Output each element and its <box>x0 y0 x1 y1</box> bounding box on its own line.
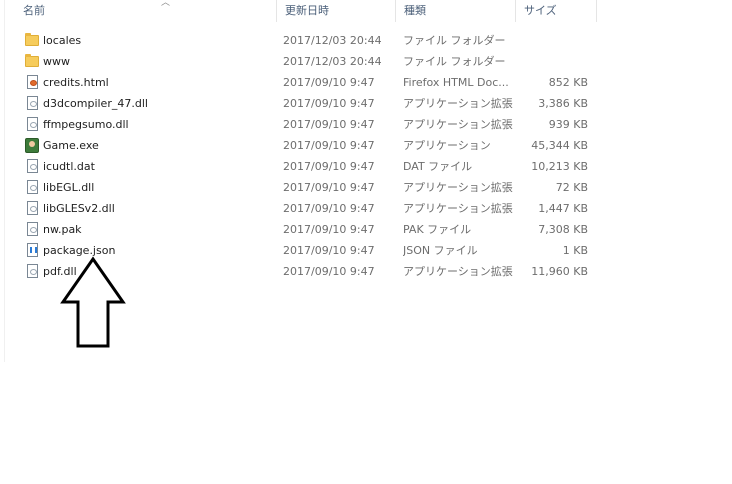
column-header-date[interactable]: 更新日時 <box>277 0 396 22</box>
file-row[interactable]: libGLESv2.dll 2017/09/10 9:47 アプリケーション拡張 1,… <box>0 198 600 219</box>
file-type: ファイル フォルダー <box>403 55 506 68</box>
file-name: libGLESv2.dll <box>43 202 115 215</box>
column-header-date-label: 更新日時 <box>285 4 329 17</box>
file-size: 7,308 KB <box>538 223 588 236</box>
file-name: ffmpegsumo.dll <box>43 118 129 131</box>
file-type: アプリケーション拡張 <box>403 118 513 131</box>
column-header-bar: 名前 ︿ 更新日時 種類 サイズ <box>0 0 600 22</box>
column-header-type-label: 種類 <box>404 4 426 17</box>
file-type: アプリケーション拡張 <box>403 181 513 194</box>
file-date: 2017/09/10 9:47 <box>283 118 375 131</box>
sort-up-icon: ︿ <box>161 0 171 8</box>
file-size: 852 KB <box>548 76 588 89</box>
file-icon <box>27 222 38 236</box>
file-name: www <box>43 55 70 68</box>
file-name: d3dcompiler_47.dll <box>43 97 148 110</box>
file-size <box>520 51 588 72</box>
file-name: credits.html <box>43 76 109 89</box>
file-row[interactable]: www 2017/12/03 20:44 ファイル フォルダー <box>0 51 600 72</box>
file-date: 2017/09/10 9:47 <box>283 139 375 152</box>
file-size: 1 KB <box>562 244 588 257</box>
file-row[interactable]: Game.exe 2017/09/10 9:47 アプリケーション 45,344 KB <box>0 135 600 156</box>
file-size: 10,213 KB <box>531 160 588 173</box>
column-header-name[interactable]: 名前 ︿ <box>15 0 277 22</box>
file-type: アプリケーション拡張 <box>403 265 513 278</box>
file-type: Firefox HTML Doc... <box>403 76 509 89</box>
json-file-icon <box>27 243 38 257</box>
file-name: locales <box>43 34 82 47</box>
file-size <box>520 30 588 51</box>
file-size: 1,447 KB <box>538 202 588 215</box>
file-size: 72 KB <box>555 181 588 194</box>
file-size: 11,960 KB <box>531 265 588 278</box>
file-row[interactable]: libEGL.dll 2017/09/10 9:47 アプリケーション拡張 72 KB <box>0 177 600 198</box>
up-arrow-icon <box>60 256 126 348</box>
dll-file-icon <box>27 201 38 215</box>
file-date: 2017/09/10 9:47 <box>283 181 375 194</box>
game-exe-icon <box>25 138 39 153</box>
file-type: アプリケーション拡張 <box>403 202 513 215</box>
file-icon <box>27 159 38 173</box>
file-date: 2017/09/10 9:47 <box>283 223 375 236</box>
file-date: 2017/09/10 9:47 <box>283 97 375 110</box>
file-size: 45,344 KB <box>531 139 588 152</box>
file-row[interactable]: locales 2017/12/03 20:44 ファイル フォルダー <box>0 30 600 51</box>
file-row[interactable]: icudtl.dat 2017/09/10 9:47 DAT ファイル 10,213 … <box>0 156 600 177</box>
file-name: nw.pak <box>43 223 82 236</box>
column-header-size-label: サイズ <box>524 4 557 17</box>
file-size: 3,386 KB <box>538 97 588 110</box>
column-header-size[interactable]: サイズ <box>516 0 597 22</box>
file-name: icudtl.dat <box>43 160 95 173</box>
file-type: PAK ファイル <box>403 223 472 236</box>
html-file-icon <box>27 75 38 89</box>
dll-file-icon <box>27 96 38 110</box>
folder-icon <box>25 33 39 46</box>
column-header-type[interactable]: 種類 <box>396 0 516 22</box>
file-date: 2017/12/03 20:44 <box>283 34 382 47</box>
file-date: 2017/09/10 9:47 <box>283 202 375 215</box>
file-type: DAT ファイル <box>403 160 473 173</box>
column-header-name-label: 名前 <box>23 4 45 17</box>
file-name: Game.exe <box>43 139 99 152</box>
dll-file-icon <box>27 264 38 278</box>
file-row[interactable]: d3dcompiler_47.dll 2017/09/10 9:47 アプリケーショ… <box>0 93 600 114</box>
file-type: ファイル フォルダー <box>403 34 506 47</box>
file-type: アプリケーション拡張 <box>403 97 513 110</box>
file-date: 2017/09/10 9:47 <box>283 76 375 89</box>
dll-file-icon <box>27 117 38 131</box>
file-date: 2017/12/03 20:44 <box>283 55 382 68</box>
file-row[interactable]: ffmpegsumo.dll 2017/09/10 9:47 アプリケーション拡張 9… <box>0 114 600 135</box>
file-date: 2017/09/10 9:47 <box>283 244 375 257</box>
dll-file-icon <box>27 180 38 194</box>
file-type: アプリケーション <box>403 139 491 152</box>
file-date: 2017/09/10 9:47 <box>283 265 375 278</box>
file-date: 2017/09/10 9:47 <box>283 160 375 173</box>
folder-icon <box>25 54 39 67</box>
file-size: 939 KB <box>548 118 588 131</box>
file-row[interactable]: credits.html 2017/09/10 9:47 Firefox HTML … <box>0 72 600 93</box>
file-type: JSON ファイル <box>403 244 478 257</box>
file-name: libEGL.dll <box>43 181 95 194</box>
file-row[interactable]: nw.pak 2017/09/10 9:47 PAK ファイル 7,308 KB <box>0 219 600 240</box>
